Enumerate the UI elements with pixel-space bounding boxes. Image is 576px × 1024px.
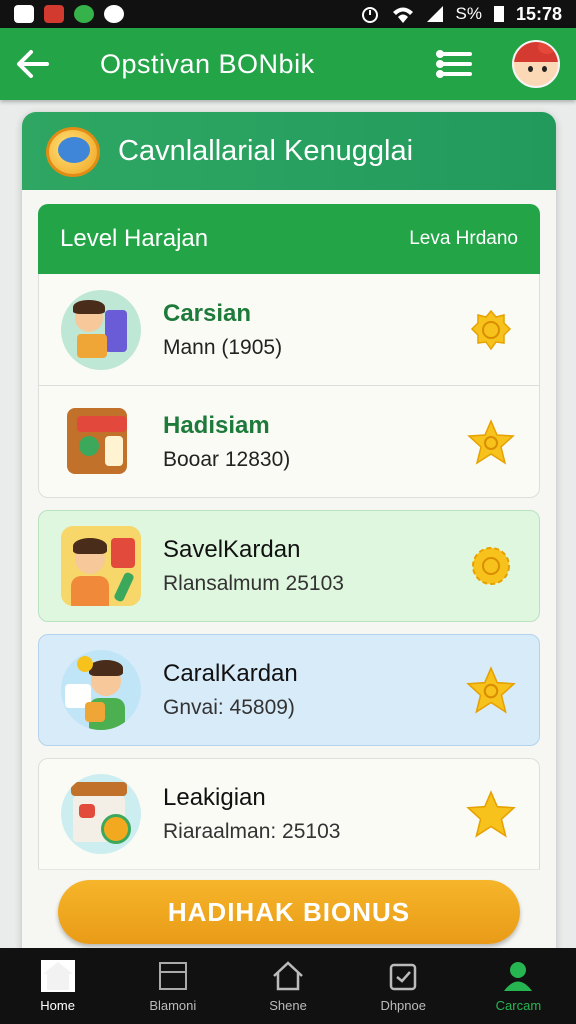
shop-icon [61,774,141,854]
coin-badge-icon [42,121,106,181]
back-button[interactable] [16,40,64,88]
chat-icon [74,5,94,23]
item-title: Carsian [163,299,252,327]
list-item[interactable]: Hadisiam Booar 12830) [38,386,540,498]
item-subtitle: Riaraalman: 25103 [163,820,341,843]
card-title: Cavnlallarial Kenugglai [118,134,414,167]
list-item[interactable]: Carsian Mann (1905) [38,274,540,386]
document-icon [158,961,187,990]
badge-icon[interactable] [465,304,517,356]
item-title: SavelKardan [163,536,301,563]
nav-label: Home [40,997,75,1013]
avatar[interactable] [512,40,560,88]
battery-icon [493,6,504,22]
house-icon [273,960,303,990]
app-bar: Opstivan BONbik [0,28,576,100]
item-subtitle: Gnvai: 45809) [163,696,295,719]
rewards-card: Cavnlallarial Kenugglai Level Harajan Le… [22,112,556,1012]
card-header: Cavnlallarial Kenugglai [22,112,556,190]
wifi-icon [393,7,414,23]
list-header-left: Level Harajan [60,225,209,252]
star-icon[interactable] [465,788,517,840]
signal-icon [427,6,444,22]
boy-with-cards-icon [61,289,141,370]
nav-label: Shene [269,997,307,1013]
gallery-icon [14,5,34,23]
list-header-right[interactable]: Leva Hrdano [409,228,518,250]
battery-percent: S% [455,4,482,23]
status-bar-notifications [14,5,124,23]
nav-dhpnoe[interactable]: Dhpnoe [346,948,461,1024]
item-subtitle: Mann (1905) [163,335,283,359]
level-list: Level Harajan Leva Hrdano Carsian Mann (… [38,204,540,870]
nav-carcam[interactable]: Carcam [461,948,576,1024]
list-item[interactable]: SavelKardan Rlansalmum 25103 [38,510,540,622]
list-header: Level Harajan Leva Hrdano [38,204,540,274]
kid-with-coins-icon [61,650,141,730]
nav-shene[interactable]: Shene [230,948,345,1024]
camera-icon [104,5,124,23]
app-title: Opstivan BONbik [100,48,315,79]
book-icon [61,402,141,482]
bonus-button[interactable]: HADIHAK BIONUS [58,880,520,944]
back-arrow-icon [17,50,49,78]
profile-icon [504,961,533,991]
star-icon[interactable] [465,416,517,468]
nav-label: Blamoni [149,997,197,1013]
nav-label: Dhpnoe [380,997,426,1013]
item-title: CaralKardan [163,660,298,687]
star-icon[interactable] [465,664,517,716]
alarm-icon [362,7,379,23]
list-item[interactable]: CaralKardan Gnvai: 45809) [38,634,540,746]
item-title: Leakigian [163,784,266,811]
bottom-nav: Home Blamoni Shene Dhpnoe Carcam [0,948,576,1024]
nav-home[interactable]: Home [0,948,115,1024]
item-subtitle: Rlansalmum 25103 [163,572,344,595]
clipboard-icon [389,963,417,990]
nav-blamoni[interactable]: Blamoni [115,948,230,1024]
video-icon [44,5,64,23]
list-icon [436,50,472,58]
gear-badge-icon[interactable] [465,540,517,592]
menu-button[interactable] [436,47,472,81]
status-bar: S% 15:78 [0,0,576,28]
kid-with-list-icon [61,526,141,606]
item-subtitle: Booar 12830) [163,447,291,471]
home-icon [40,959,75,992]
nav-label: Carcam [495,997,542,1013]
item-title: Hadisiam [163,411,270,439]
clock: 15:78 [515,3,562,24]
list-item[interactable]: Leakigian Riaraalman: 25103 [38,758,540,870]
